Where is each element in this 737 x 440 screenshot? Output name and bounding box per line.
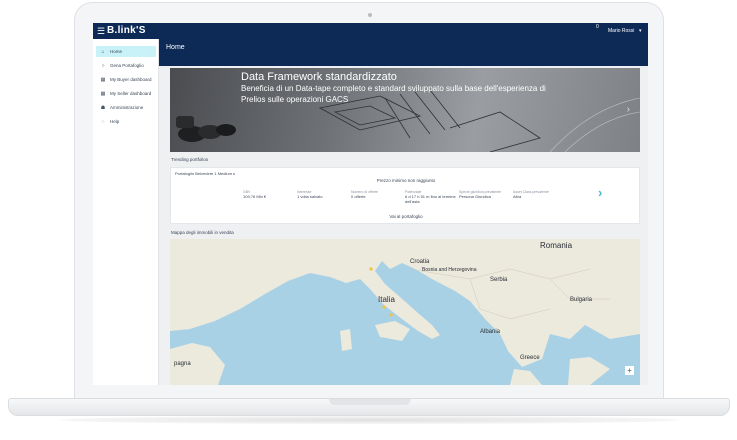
sidebar: ⌂ Home ○ Gena Portafoglio ▦ My Buyer das… — [93, 39, 159, 385]
metric-value: Persona Giuridica — [459, 194, 491, 199]
map-label-romania: Romania — [540, 241, 573, 250]
sidebar-item-label: Help — [110, 119, 120, 124]
metric-potenziale: Potenziale 6 d 17 h 51 m fino al termine… — [405, 190, 460, 204]
min-price-status: Prezzo minimo non raggiunto — [376, 178, 436, 183]
home-icon: ⌂ — [101, 48, 105, 55]
app-logo[interactable]: B.link'S — [107, 24, 146, 38]
metric-value: 6 d 17 h 51 m fino al termine dell'asta — [405, 194, 456, 204]
portfolio-name: Portafoglio Belvedere 1 Medium s — [175, 171, 236, 176]
metric-value: 0 offerte — [351, 194, 366, 199]
map-land — [170, 239, 640, 385]
notification-count[interactable]: 0 — [596, 24, 599, 30]
hero-title: Data Framework standardizzato — [241, 71, 397, 83]
hero-banner: Data Framework standardizzato Beneficia … — [170, 68, 640, 152]
chevron-right-icon[interactable]: › — [598, 185, 602, 200]
metric-asset-class: Asset Class prevalente Altra — [513, 190, 568, 199]
laptop-shadow — [60, 416, 680, 424]
menu-icon[interactable]: ☰ — [97, 25, 105, 37]
map-label-bosnia: Bosnia and Herzegovina — [422, 267, 477, 273]
metric-value: 109,76 Mln € — [243, 194, 267, 199]
metric-offerte: Numero di offerte 0 offerte — [351, 190, 406, 199]
map-label-serbia: Serbia — [490, 277, 508, 283]
sidebar-item-amministrazione[interactable]: ☗ Amministrazione — [96, 102, 156, 113]
portfolio-link[interactable]: Vai al portafoglio — [171, 214, 641, 219]
grid-icon: ▦ — [100, 76, 106, 83]
sidebar-item-label: Home — [110, 49, 123, 54]
sidebar-item-seller-dashboard[interactable]: ▦ My Seller dashboard — [96, 88, 156, 99]
top-bar: ☰ B.link'S 0 Mario Rossi ▾ — [93, 23, 648, 39]
section-title-trending: Trending portfolios — [171, 157, 209, 162]
grid-icon: ▦ — [100, 90, 106, 97]
map-label-spagna: pagna — [174, 361, 191, 367]
map-label-greece: Greece — [520, 355, 540, 361]
user-menu[interactable]: Mario Rossi — [608, 27, 634, 35]
metric-value: 1 volta salvato — [297, 194, 323, 199]
sidebar-item-label: Gena Portafoglio — [110, 63, 144, 68]
camera-icon — [368, 13, 372, 17]
property-map[interactable]: Romania Croatia Serbia Bosnia and Herzeg… — [170, 239, 640, 385]
users-icon: ☗ — [100, 104, 106, 111]
chevron-right-icon[interactable]: › — [627, 104, 630, 115]
metric-specie-giuridica: Specie giuridica prevalente Persona Giur… — [459, 190, 514, 199]
base-notch — [329, 399, 411, 405]
page-header: Home — [159, 39, 648, 66]
sidebar-item-help[interactable]: ◌ Help — [96, 116, 156, 127]
help-icon: ◌ — [101, 118, 105, 125]
metric-gbv: GBV 109,76 Mln € — [243, 190, 298, 199]
chevron-down-icon[interactable]: ▾ — [639, 27, 642, 35]
map-label-croatia: Croatia — [410, 259, 430, 265]
map-label-bulgaria: Bulgaria — [570, 297, 593, 303]
page-title: Home — [166, 44, 185, 51]
zoom-in-button[interactable]: + — [625, 366, 634, 375]
app-screen: ☰ B.link'S 0 Mario Rossi ▾ ⌂ Home ○ Gena… — [93, 23, 648, 385]
hero-description: Beneficia di un Data-tape completo e sta… — [241, 84, 546, 104]
metric-value: Altra — [513, 194, 522, 199]
laptop-base — [8, 398, 730, 416]
sidebar-item-home[interactable]: ⌂ Home — [96, 46, 156, 57]
sidebar-item-buyer-dashboard[interactable]: ▦ My Buyer dashboard — [96, 74, 156, 85]
map-label-albania: Albania — [480, 329, 501, 335]
sidebar-item-label: My Buyer dashboard — [110, 77, 152, 82]
map-label-italia: Italia — [378, 295, 395, 304]
section-title-map: Mappa degli immobili in vendita — [171, 230, 234, 235]
metric-interesse: Interesse 1 volta salvato — [297, 190, 352, 199]
portfolio-card[interactable]: Portafoglio Belvedere 1 Medium s Prezzo … — [170, 167, 640, 224]
sidebar-item-gena-portafoglio[interactable]: ○ Gena Portafoglio — [96, 60, 156, 71]
sidebar-item-label: Amministrazione — [110, 105, 144, 110]
sidebar-item-label: My Seller dashboard — [110, 91, 152, 96]
circle-icon: ○ — [101, 62, 105, 69]
